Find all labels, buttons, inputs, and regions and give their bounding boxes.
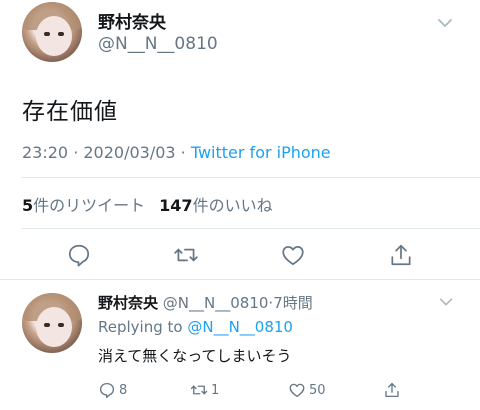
reply-author-handle[interactable]: @N__N__0810 [163, 294, 269, 312]
reply-button[interactable] [66, 242, 92, 268]
reply-tweet[interactable]: 野村奈央 @N__N__0810·7時間 Replying to @N__N__… [0, 280, 480, 410]
retweet-count[interactable]: 5 [22, 196, 33, 215]
like-count-label[interactable]: 件のいいね [193, 196, 273, 215]
author-handle[interactable]: @N__N__0810 [98, 34, 218, 54]
like-button[interactable] [280, 242, 306, 268]
reply-author-avatar[interactable] [22, 293, 82, 353]
share-button[interactable] [388, 242, 414, 268]
retweet-count-label[interactable]: 件のリツイート [33, 196, 145, 215]
reply-share-button[interactable] [383, 380, 401, 400]
share-icon [391, 244, 411, 266]
chevron-down-icon[interactable] [436, 14, 454, 32]
tweet-text: 存在価値 [22, 99, 118, 125]
reply-retweet-count: 1 [211, 382, 220, 398]
replying-prefix: Replying to [98, 318, 188, 336]
reply-like-button[interactable]: 50 [288, 380, 326, 400]
like-icon [289, 383, 305, 398]
author-avatar[interactable] [22, 2, 82, 62]
divider [22, 228, 480, 229]
tweet-stats: 5件のリツイート 147件のいいね [22, 192, 273, 216]
replying-to: Replying to @N__N__0810 [98, 318, 293, 336]
reply-retweet-button[interactable]: 1 [190, 380, 219, 400]
like-icon [282, 246, 304, 266]
reply-time[interactable]: 7時間 [273, 294, 313, 312]
chevron-down-icon[interactable] [438, 294, 454, 310]
tweet-meta: 23:20 · 2020/03/03 · Twitter for iPhone [22, 143, 331, 162]
divider [22, 177, 480, 178]
author-name[interactable]: 野村奈央 [98, 8, 166, 33]
reply-author-name[interactable]: 野村奈央 [98, 294, 158, 312]
reply-text: 消えて無くなってしまいそう [98, 347, 292, 365]
share-icon [385, 382, 399, 398]
reply-reply-count: 8 [119, 382, 128, 398]
reply-like-count: 50 [309, 382, 326, 398]
reply-icon [68, 244, 90, 267]
tweet-timestamp: 23:20 · 2020/03/03 · [22, 143, 191, 162]
tweet-client-link[interactable]: Twitter for iPhone [191, 143, 331, 162]
retweet-icon [190, 385, 208, 395]
reply-header: 野村奈央 @N__N__0810·7時間 [98, 292, 313, 313]
replying-to-handle[interactable]: @N__N__0810 [187, 318, 293, 336]
reply-reply-button[interactable]: 8 [98, 380, 127, 400]
main-tweet: 野村奈央 @N__N__0810 存在価値 23:20 · 2020/03/03… [0, 0, 480, 280]
retweet-icon [174, 248, 198, 262]
like-count[interactable]: 147 [159, 196, 192, 215]
retweet-button[interactable] [173, 242, 199, 268]
reply-icon [99, 382, 115, 399]
